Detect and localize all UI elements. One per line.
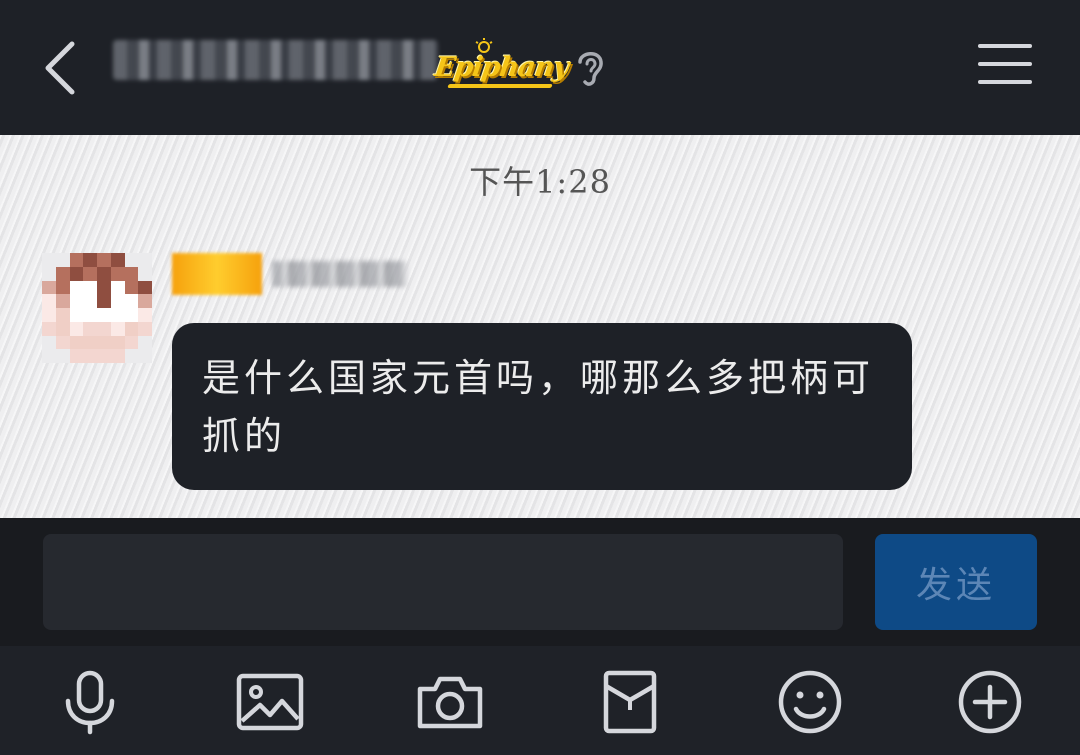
avatar-pixel — [110, 321, 125, 336]
avatar-pixel — [69, 308, 84, 322]
avatar-pixel — [97, 321, 111, 336]
avatar-pixel — [97, 253, 111, 267]
sender-name — [272, 261, 407, 287]
avatar-pixel — [124, 308, 139, 322]
menu-button[interactable] — [978, 44, 1032, 92]
avatar-pixel — [69, 321, 84, 336]
badge-underline — [447, 84, 553, 88]
avatar-pixel — [110, 308, 125, 322]
avatar-pixel — [124, 294, 139, 308]
avatar-pixel — [42, 280, 56, 295]
avatar-pixel — [110, 349, 125, 363]
smiley-icon — [778, 670, 842, 734]
avatar-pixel — [42, 253, 56, 267]
avatar-pixel — [110, 266, 125, 281]
avatar-pixel — [97, 266, 111, 281]
avatar-pixel — [55, 294, 70, 308]
avatar-pixel — [69, 280, 84, 295]
back-button[interactable] — [30, 30, 90, 105]
avatar-pixel — [110, 294, 125, 308]
avatar-pixel — [83, 321, 97, 336]
avatar-pixel — [42, 335, 56, 350]
avatar-pixel — [83, 294, 97, 308]
avatar-pixel — [42, 321, 56, 336]
red-packet-button[interactable] — [594, 666, 666, 738]
chat-area[interactable]: 下午1:28 是什么国家元首吗，哪那么多把柄可抓的 — [0, 135, 1080, 518]
message-bubble[interactable]: 是什么国家元首吗，哪那么多把柄可抓的 — [172, 323, 912, 490]
avatar-pixel — [83, 280, 97, 295]
avatar-pixel — [97, 294, 111, 308]
menu-line — [978, 80, 1032, 84]
image-icon — [236, 673, 304, 731]
avatar-pixel — [124, 266, 139, 281]
ear-icon[interactable] — [572, 46, 608, 88]
avatar-pixel — [42, 294, 56, 308]
avatar-pixel — [138, 321, 152, 336]
chevron-left-icon — [45, 41, 75, 94]
level-badge — [172, 253, 262, 295]
avatar-pixel — [138, 335, 152, 350]
avatar-pixel — [124, 335, 139, 350]
avatar-pixel — [97, 349, 111, 363]
avatar-pixel — [55, 253, 70, 267]
avatar-pixel — [69, 266, 84, 281]
avatar-pixel — [138, 294, 152, 308]
avatar-pixel — [124, 253, 139, 267]
avatar-pixel — [83, 335, 97, 350]
avatar-pixel — [42, 308, 56, 322]
chat-title — [113, 40, 438, 80]
plus-circle-icon — [958, 670, 1022, 734]
input-bar: 发送 — [0, 518, 1080, 646]
avatar-pixel — [138, 280, 152, 295]
avatar-pixel — [55, 335, 70, 350]
camera-button[interactable] — [414, 666, 486, 738]
emoji-button[interactable] — [774, 666, 846, 738]
send-button[interactable]: 发送 — [875, 534, 1037, 630]
avatar-pixel — [55, 308, 70, 322]
badge-text: Epiphany — [433, 51, 571, 83]
avatar-pixel — [138, 253, 152, 267]
avatar-pixel — [138, 266, 152, 281]
avatar-pixel — [55, 266, 70, 281]
avatar-pixel — [124, 280, 139, 295]
avatar-pixel — [97, 280, 111, 295]
microphone-icon — [65, 670, 115, 735]
message-text: 是什么国家元首吗，哪那么多把柄可抓的 — [202, 356, 875, 458]
camera-icon — [417, 676, 483, 729]
avatar-pixel — [110, 280, 125, 295]
avatar-pixel — [110, 253, 125, 267]
avatar-pixel — [69, 349, 84, 363]
message-timestamp: 下午1:28 — [469, 163, 611, 201]
menu-line — [978, 44, 1032, 48]
avatar[interactable] — [42, 253, 152, 363]
image-button[interactable] — [234, 666, 306, 738]
menu-line — [978, 62, 1032, 66]
avatar-pixel — [97, 308, 111, 322]
avatar-pixel — [83, 308, 97, 322]
message-input[interactable] — [43, 534, 843, 630]
avatar-pixel — [97, 335, 111, 350]
avatar-pixel — [138, 349, 152, 363]
more-button[interactable] — [954, 666, 1026, 738]
chat-header: Epiphany — [0, 0, 1080, 135]
avatar-pixel — [83, 253, 97, 267]
bottom-toolbar — [0, 646, 1080, 755]
avatar-pixel — [42, 349, 56, 363]
avatar-pixel — [138, 308, 152, 322]
avatar-pixel — [69, 294, 84, 308]
avatar-pixel — [83, 266, 97, 281]
avatar-pixel — [55, 280, 70, 295]
epiphany-badge: Epiphany — [433, 38, 571, 94]
avatar-pixel — [55, 349, 70, 363]
avatar-pixel — [69, 253, 84, 267]
avatar-pixel — [124, 321, 139, 336]
avatar-pixel — [110, 335, 125, 350]
avatar-pixel — [42, 266, 56, 281]
avatar-pixel — [124, 349, 139, 363]
avatar-pixel — [69, 335, 84, 350]
voice-button[interactable] — [54, 666, 126, 738]
avatar-pixel — [55, 321, 70, 336]
red-packet-icon — [603, 670, 657, 734]
avatar-pixel — [83, 349, 97, 363]
